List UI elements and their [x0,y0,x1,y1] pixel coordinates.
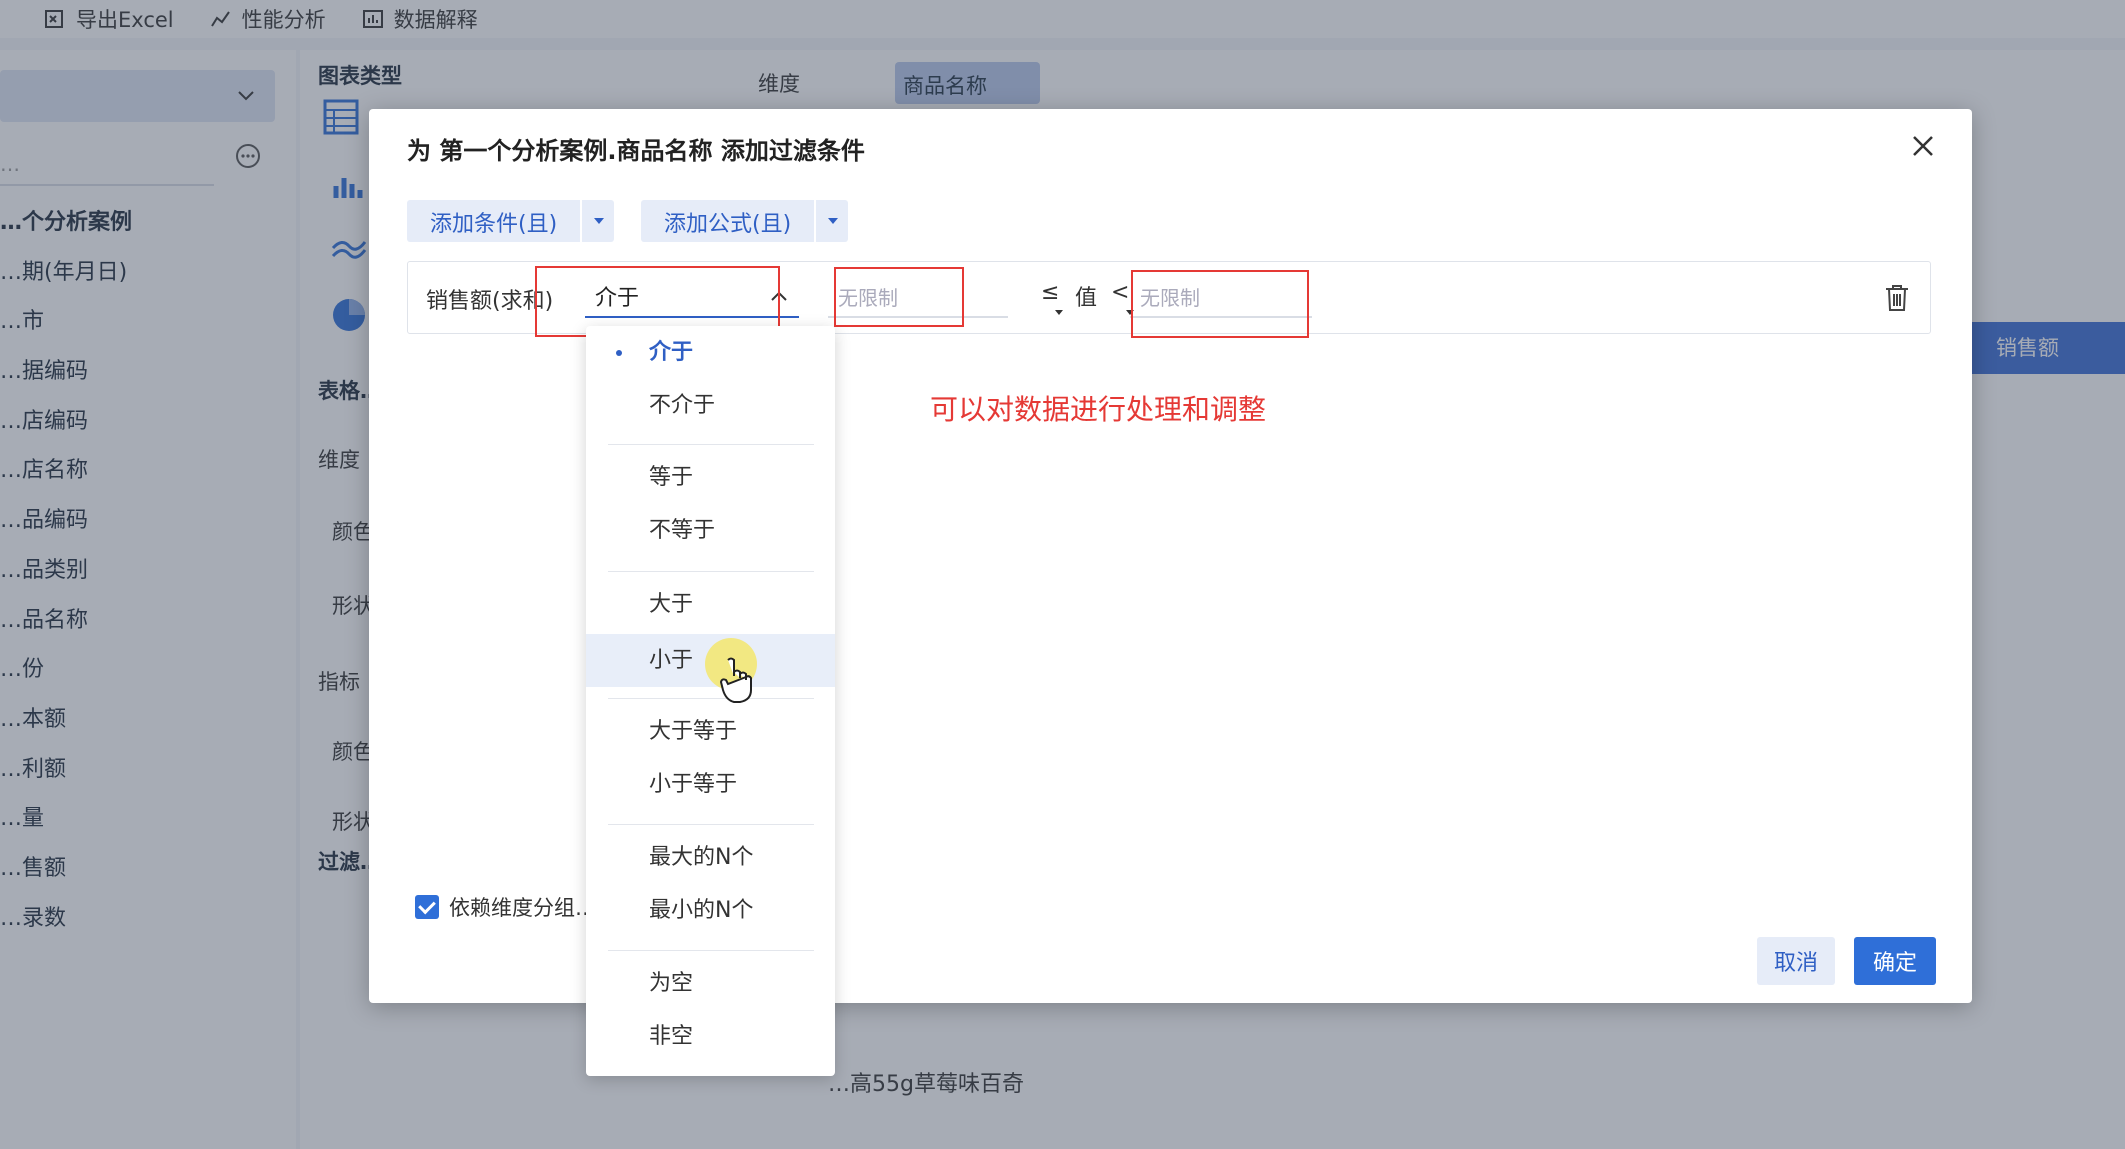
add-formula-button[interactable]: 添加公式(且) [641,200,815,242]
divider [608,824,814,825]
add-condition-button-group: 添加条件(且) [407,200,615,242]
cancel-button[interactable]: 取消 [1757,937,1835,985]
divider [608,698,814,699]
option-empty[interactable]: 为空 [586,957,835,1010]
operator-dropdown: 介于 不介于 等于 不等于 大于 小于 大于等于 小于等于 最大的N个 最小的N… [586,326,835,1076]
option-not-equal[interactable]: 不等于 [586,504,835,557]
option-top-n[interactable]: 最大的N个 [586,831,835,884]
confirm-button[interactable]: 确定 [1854,937,1936,985]
leq-symbol: ≤ [1041,280,1060,305]
add-formula-button-group: 添加公式(且) [641,200,849,242]
option-greater-equal[interactable]: 大于等于 [586,705,835,758]
divider [608,950,814,951]
group-by-dimension-label: 依赖维度分组… [449,896,596,920]
highlight-box-max [1131,270,1309,338]
lt-symbol: < [1111,280,1130,305]
highlight-box-min [834,267,964,327]
option-not-between[interactable]: 不介于 [586,379,835,432]
value-label: 值 [1075,286,1098,311]
option-greater[interactable]: 大于 [586,578,835,631]
trash-icon[interactable] [1884,284,1910,312]
close-icon[interactable] [1908,131,1938,161]
option-bottom-n[interactable]: 最小的N个 [586,884,835,937]
option-less-equal[interactable]: 小于等于 [586,758,835,811]
dialog-title: 为 第一个分析案例.商品名称 添加过滤条件 [407,137,865,165]
add-formula-dropdown-icon[interactable] [816,200,849,242]
hand-cursor-icon [719,657,752,703]
option-between[interactable]: 介于 [586,326,835,379]
annotation-text: 可以对数据进行处理和调整 [930,393,1267,426]
divider [608,444,814,445]
caret-down-icon[interactable] [1055,310,1063,315]
add-condition-dropdown-icon[interactable] [582,200,615,242]
option-not-empty[interactable]: 非空 [586,1010,835,1063]
divider [608,571,814,572]
checkbox-checked-icon[interactable] [415,895,439,919]
group-by-dimension-checkbox[interactable]: 依赖维度分组… [415,892,596,922]
option-equal[interactable]: 等于 [586,451,835,504]
add-condition-button[interactable]: 添加条件(且) [407,200,581,242]
